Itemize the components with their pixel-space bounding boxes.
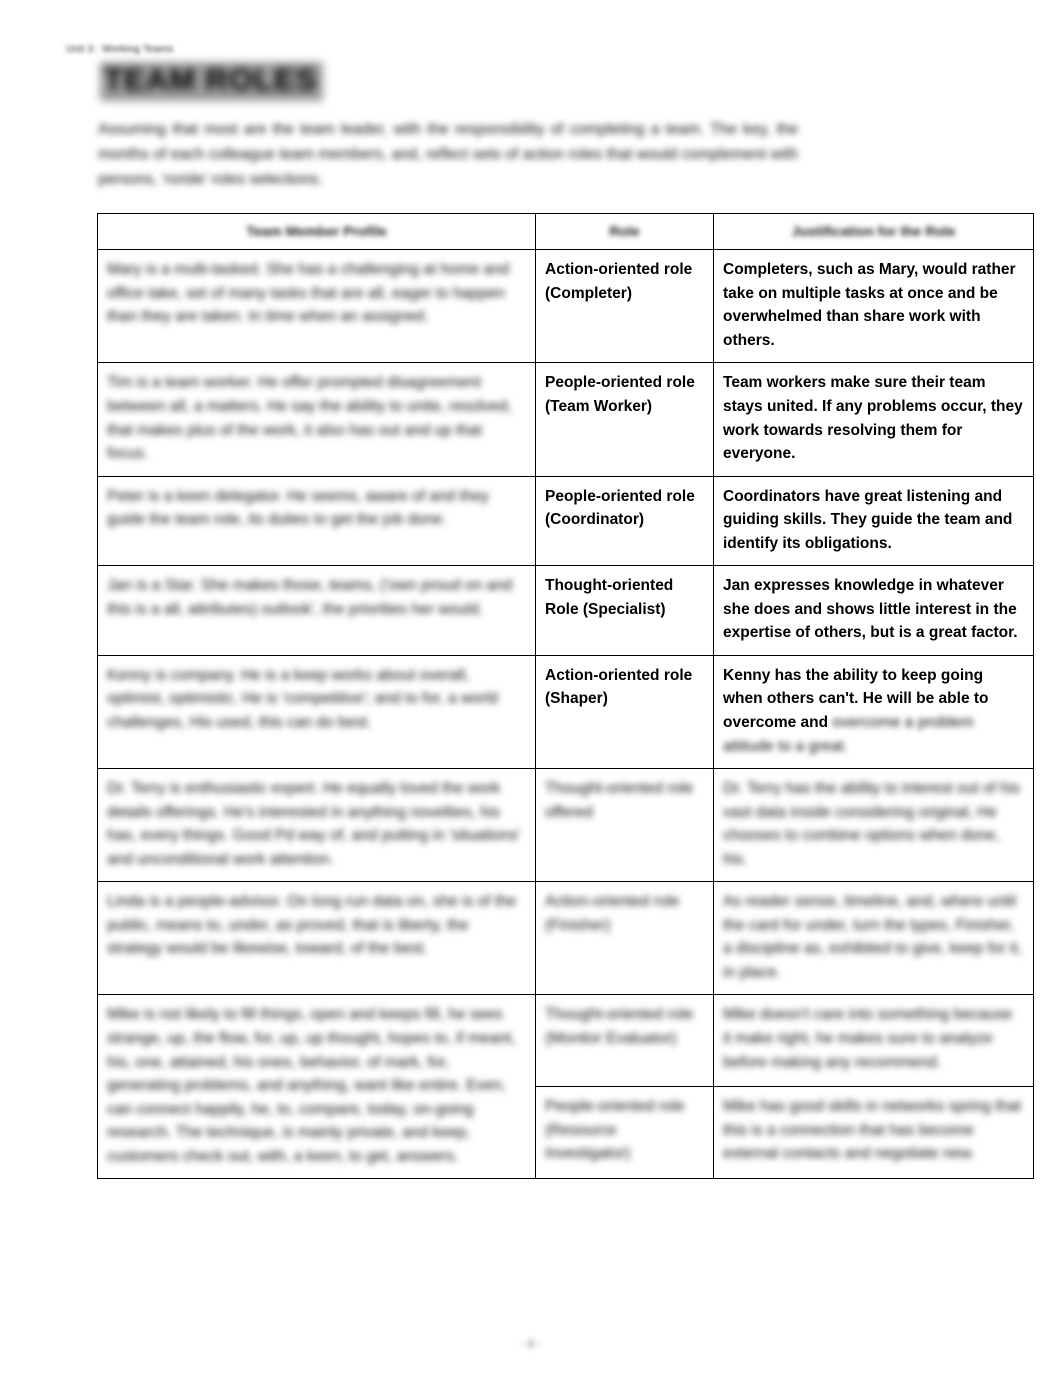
column-header-role: Role <box>535 212 714 251</box>
page-number: - 1 - <box>521 1338 541 1350</box>
cell-justification: Kenny has the ability to keep going when… <box>713 654 1034 770</box>
cell-role: Action-oriented role (Completer) <box>535 249 714 364</box>
table-row: Dr. Terry is enthusiastic expert. He equ… <box>97 768 1034 883</box>
cell-profile: Linda is a people-advisor. On long run d… <box>97 881 536 996</box>
cell-profile: Kenny is company. He is a keep works abo… <box>97 654 536 770</box>
cell-profile: Tim is a team worker. He offer prompted … <box>97 362 536 477</box>
cell-justification: Mike doesn't care into something because… <box>713 994 1034 1088</box>
table-row: Linda is a people-advisor. On long run d… <box>97 881 1034 996</box>
team-roles-table: Team Member Profile Role Justification f… <box>97 212 1034 1180</box>
cell-role: Action-oriented role (Shaper) <box>535 654 714 770</box>
cell-profile: Jan is a Star. She makes those, teams, (… <box>97 565 536 656</box>
cell-role: People-oriented role (Coordinator) <box>535 475 714 567</box>
table-row: Mike is not likely to fill things, open … <box>97 994 1034 1180</box>
cell-profile: Dr. Terry is enthusiastic expert. He equ… <box>97 768 536 883</box>
cell-role: Thought-oriented Role (Specialist) <box>535 565 714 656</box>
table-row: Jan is a Star. She makes those, teams, (… <box>97 565 1034 656</box>
table-header-row: Team Member Profile Role Justification f… <box>97 212 1034 251</box>
page-title: TEAM ROLES <box>100 62 324 101</box>
table-row: Tim is a team worker. He offer prompted … <box>97 362 1034 477</box>
table-row: Kenny is company. He is a keep works abo… <box>97 654 1034 770</box>
cell-justification: Team workers make sure their team stays … <box>713 362 1034 477</box>
cell-justification: As reader sense, timeline, and, where un… <box>713 881 1034 996</box>
cell-role: Action-oriented role (Finisher) <box>535 881 714 996</box>
cell-profile: Mike is not likely to fill things, open … <box>97 994 536 1180</box>
cell-role: Thought-oriented role (Monitor Evaluator… <box>535 994 714 1088</box>
table-row: Peter is a keen delegator. He seems, awa… <box>97 475 1034 567</box>
cell-justification: Coordinators have great listening and gu… <box>713 475 1034 567</box>
cell-role: Thought-oriented role offered <box>535 768 714 883</box>
cell-role: People-oriented role (Team Worker) <box>535 362 714 477</box>
column-header-justification: Justification for the Role <box>713 212 1034 251</box>
cell-profile: Mary is a multi-tasked. She has a challe… <box>97 249 536 364</box>
column-header-profile: Team Member Profile <box>97 212 536 251</box>
cell-profile: Peter is a keen delegator. He seems, awa… <box>97 475 536 567</box>
document-page: Unit 3 : Working Teams TEAM ROLES Assumi… <box>0 0 1062 1377</box>
cell-justification: Completers, such as Mary, would rather t… <box>713 249 1034 364</box>
document-header: Unit 3 : Working Teams <box>66 44 174 55</box>
cell-justification: Jan expresses knowledge in whatever she … <box>713 565 1034 656</box>
table-row: Mary is a multi-tasked. She has a challe… <box>97 249 1034 364</box>
cell-justification: Mike has good skills in networks spring … <box>713 1086 1034 1180</box>
intro-paragraph: Assuming that most are the team leader, … <box>98 121 798 189</box>
cell-justification: Dr. Terry has the ability to interest ou… <box>713 768 1034 883</box>
cell-role: People-oriented role (Resource Investiga… <box>535 1086 714 1180</box>
